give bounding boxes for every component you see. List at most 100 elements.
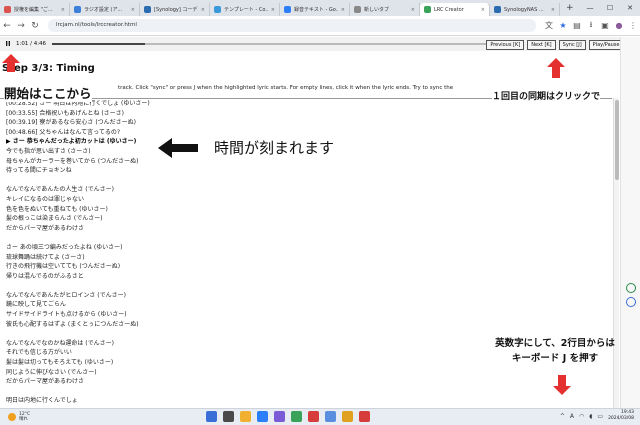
tab-close-icon[interactable]: ×	[338, 7, 345, 13]
annotation-keyboard-line2: キーボード J を押す	[511, 353, 599, 364]
tab-label: LRC Creator	[434, 6, 464, 13]
tab-close-icon[interactable]: ×	[478, 7, 485, 13]
chevron-up-icon[interactable]: ^	[560, 413, 565, 420]
weather-text: 12°C 晴れ	[19, 412, 30, 422]
menu-icon[interactable]: ⋮	[626, 21, 640, 30]
lyric-line[interactable]: 帰りは混んでるのがふるさと	[0, 272, 612, 282]
browser-tab[interactable]: テンプレート - Co... ×	[210, 3, 280, 16]
seek-bar[interactable]	[52, 43, 490, 45]
lyric-line[interactable]: なんでなんであんたがヒロインさ (でんさー)	[0, 291, 612, 301]
next-button[interactable]: Next [K]	[527, 40, 556, 50]
taskbar-app-icon[interactable]	[342, 411, 353, 422]
lyric-line[interactable]: 待ってる間にチョキンね	[0, 166, 612, 176]
annotation-keyboard: 英数字にして、2行目からは キーボード J を押す	[475, 336, 635, 366]
arrow-left-icon	[158, 138, 198, 158]
extensions-icon[interactable]: ▤	[570, 21, 584, 30]
browser-tab[interactable]: LRC Creator ×	[420, 3, 490, 16]
address-bar-row: ← → ↻ lrcjam.nl/tools/lrccreator.html 文 …	[0, 16, 640, 36]
lyric-line[interactable]	[0, 176, 612, 186]
back-arrow-icon[interactable]: ←	[0, 21, 14, 31]
tab-close-icon[interactable]: ×	[198, 7, 205, 13]
weather-widget[interactable]: 12°C 晴れ	[0, 412, 30, 422]
lyric-line[interactable]	[0, 387, 612, 397]
taskbar-app-icon[interactable]	[359, 411, 370, 422]
minimize-button[interactable]: —	[580, 0, 600, 16]
sun-icon	[8, 413, 16, 421]
lyric-line[interactable]	[0, 281, 612, 291]
tab-favicon-icon	[424, 6, 431, 13]
tab-close-icon[interactable]: ×	[408, 7, 415, 13]
annotation-time-engraved: 時間が刻まれます	[214, 139, 335, 157]
lyric-line[interactable]: なんでなんであんたの人生さ (でんさー)	[0, 185, 612, 195]
lyric-line[interactable]: 母ちゃんがカーラーを巻いてから (つんださーぬ)	[0, 157, 612, 167]
close-window-button[interactable]: ✕	[620, 0, 640, 16]
lyric-line[interactable]: だからパーマ屋があるわけさ	[0, 224, 612, 234]
browser-tab[interactable]: [Synology] コーデ... ×	[140, 3, 210, 16]
tab-label: ラジオ設定 (ア...	[84, 7, 123, 13]
lyric-line[interactable]: サイドサイドライトも点けるから (ゆいさー)	[0, 310, 612, 320]
lyric-line[interactable]: だからパーマ屋があるわけさ	[0, 377, 612, 387]
maximize-button[interactable]: ☐	[600, 0, 620, 16]
lyric-line[interactable]: 髪の根っこは染まらんさ (でんさー)	[0, 214, 612, 224]
url-field[interactable]: lrcjam.nl/tools/lrccreator.html	[48, 19, 536, 32]
new-tab-button[interactable]: +	[560, 3, 580, 13]
lyric-line[interactable]: キレイになるのは罪じゃない	[0, 195, 612, 205]
previous-button[interactable]: Previous [K]	[486, 40, 525, 50]
browser-tab[interactable]: 新しいタブ ×	[350, 3, 420, 16]
lyric-line[interactable]: [00:48.66] 父ちゃんはなんて言ってるの?	[0, 128, 612, 138]
side-panel-icon-2[interactable]	[626, 297, 636, 307]
lyric-line[interactable]: 琉球舞踊は続けてよ (さーさ)	[0, 253, 612, 263]
tab-favicon-icon	[4, 6, 11, 13]
lyric-line[interactable]: さー あの頃三つ編みだったよね (ゆいさー)	[0, 243, 612, 253]
input-mode-indicator[interactable]: A	[570, 413, 574, 420]
taskbar-app-icon[interactable]	[308, 411, 319, 422]
lyric-line[interactable]: 同じように伸びなさい (でんさー)	[0, 368, 612, 378]
side-panel-icon[interactable]	[626, 283, 636, 293]
windows-taskbar: 12°C 晴れ ^ A ◠ ◖ ▭ 19:43 2024/03/08	[0, 408, 640, 425]
tab-close-icon[interactable]: ×	[268, 7, 275, 13]
annotation-first-sync: １回目の同期はクリックで	[492, 89, 601, 102]
bookmark-star-icon[interactable]: ★	[556, 21, 570, 30]
pause-button[interactable]: II	[0, 40, 16, 48]
browser-tab[interactable]: 授権を編集 "ご... ×	[0, 3, 70, 16]
taskbar-app-icon[interactable]	[206, 411, 217, 422]
sidebar-icon[interactable]: ▣	[598, 21, 612, 30]
lyric-line[interactable]: [00:33.55] 合格祝いもあげんとね (さーさ)	[0, 109, 612, 119]
tab-close-icon[interactable]: ×	[128, 7, 135, 13]
scrollbar-thumb[interactable]	[615, 100, 619, 180]
reload-icon[interactable]: ↻	[28, 21, 42, 31]
tab-close-icon[interactable]: ×	[548, 7, 555, 13]
tab-favicon-icon	[354, 6, 361, 13]
taskbar-app-icon[interactable]	[274, 411, 285, 422]
download-icon[interactable]: ⭳	[584, 19, 598, 33]
taskbar-app-icon[interactable]	[291, 411, 302, 422]
browser-tab[interactable]: ラジオ設定 (ア... ×	[70, 3, 140, 16]
lyric-line[interactable]: 彼氏も心配するはずよ (まくとぅにつんださーぬ)	[0, 320, 612, 330]
battery-icon[interactable]: ▭	[597, 413, 603, 420]
speaker-icon[interactable]: ◖	[589, 413, 592, 420]
sync-button[interactable]: Sync [J]	[558, 40, 586, 50]
lyric-line[interactable]: 明日は内地に行くんでしょ	[0, 396, 612, 406]
clock[interactable]: 19:43 2024/03/08	[608, 410, 634, 422]
annotation-keyboard-line1: 英数字にして、2行目からは	[495, 338, 615, 349]
taskbar-app-icon[interactable]	[257, 411, 268, 422]
forward-arrow-icon[interactable]: →	[14, 21, 28, 31]
tab-favicon-icon	[214, 6, 221, 13]
taskbar-app-icon[interactable]	[325, 411, 336, 422]
taskbar-app-icon[interactable]	[223, 411, 234, 422]
lyric-line[interactable]	[0, 233, 612, 243]
clock-date: 2024/03/08	[608, 416, 634, 421]
browser-tab[interactable]: SynologyNAS ... ×	[490, 3, 560, 16]
lyric-line[interactable]: [00:39.19] 寮があるなら安心さ (つんださーぬ)	[0, 118, 612, 128]
taskbar-app-icon[interactable]	[240, 411, 251, 422]
lyric-line[interactable]: 色を色をぬいても重ねても (ゆいさー)	[0, 205, 612, 215]
tab-label: SynologyNAS ...	[504, 6, 544, 13]
lyric-line[interactable]: 鏡に映して見てごらん	[0, 300, 612, 310]
lyric-line[interactable]: 行きの飛行機は空いてても (つんださーぬ)	[0, 262, 612, 272]
tab-close-icon[interactable]: ×	[58, 7, 65, 13]
translate-icon[interactable]: 文	[542, 20, 556, 31]
browser-tab[interactable]: 録音テキスト - Go... ×	[280, 3, 350, 16]
profile-avatar-icon[interactable]: ●	[612, 21, 626, 30]
tab-label: 授権を編集 "ご...	[14, 7, 53, 13]
wifi-icon[interactable]: ◠	[579, 413, 584, 420]
